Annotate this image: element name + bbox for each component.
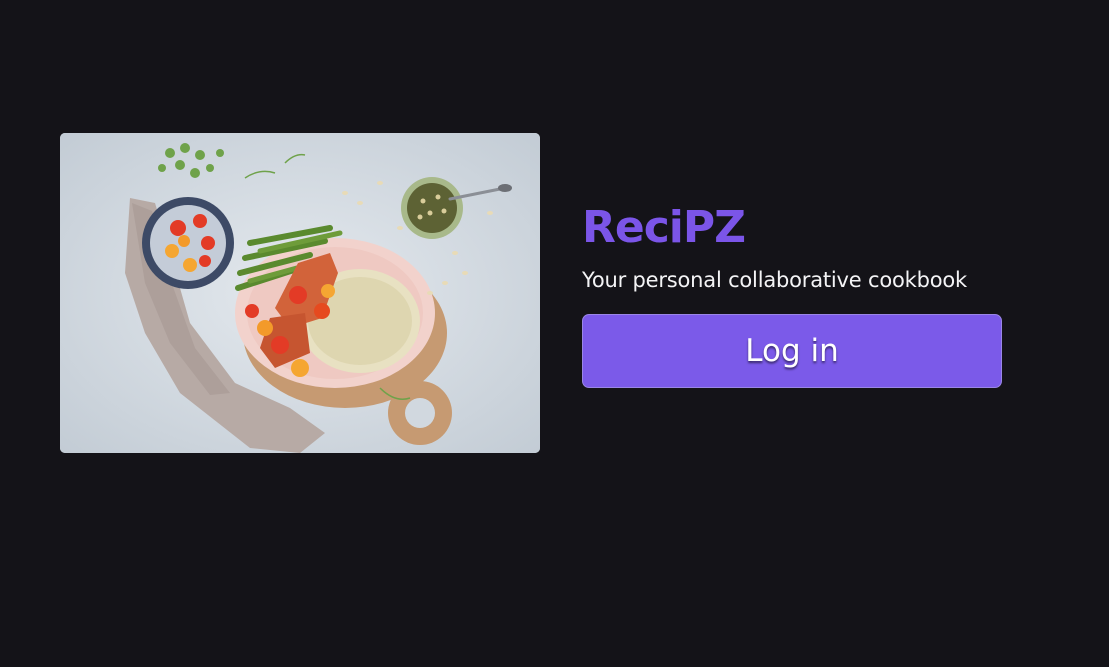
food-photo-illustration [60, 133, 540, 453]
login-page: ReciPZ Your personal collaborative cookb… [0, 0, 1109, 667]
app-title: ReciPZ [582, 202, 746, 253]
hero-food-image [60, 133, 540, 453]
login-panel: ReciPZ Your personal collaborative cookb… [582, 200, 1002, 388]
login-button[interactable]: Log in [582, 314, 1002, 388]
app-tagline: Your personal collaborative cookbook [582, 268, 967, 292]
